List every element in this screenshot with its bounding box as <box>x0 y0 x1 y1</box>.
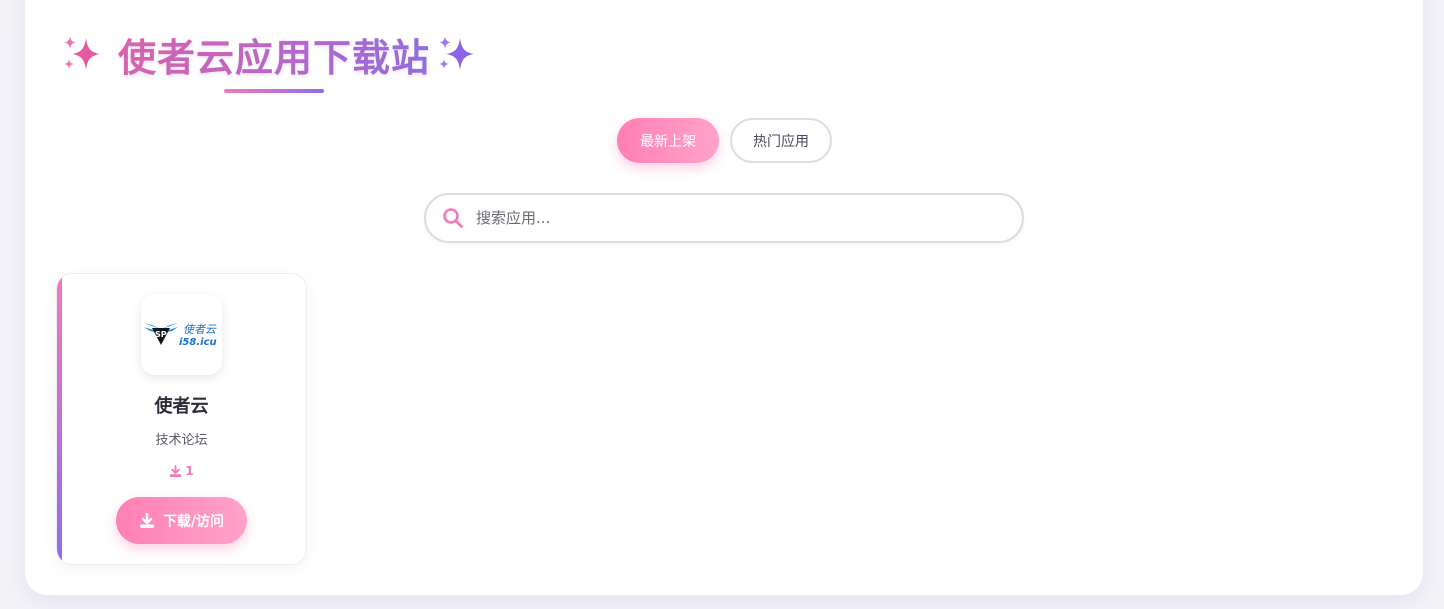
download-icon <box>139 512 154 528</box>
logo-domain: i58.icu <box>179 337 217 348</box>
search-input[interactable] <box>476 209 996 227</box>
sparkles-icon <box>439 36 475 70</box>
app-name: 使者云 <box>154 396 209 417</box>
sparkles-icon <box>64 36 100 70</box>
search-bar <box>424 193 1024 243</box>
download-visit-button[interactable]: 下载/访问 <box>116 497 247 544</box>
page-title: 使者云应用下载站 <box>60 26 480 82</box>
svg-text:SP: SP <box>155 330 167 339</box>
download-visit-label: 下载/访问 <box>162 513 225 530</box>
download-icon <box>170 464 182 477</box>
tab-label: 热门应用 <box>753 133 809 150</box>
download-count: 1 <box>57 464 306 478</box>
app-logo-image: SP 使者云 i58.icu <box>143 322 217 348</box>
tab-label: 最新上架 <box>640 133 696 150</box>
page-title-text: 使者云应用下载站 <box>118 27 430 82</box>
download-count-value: 1 <box>185 464 194 478</box>
logo-text: 使者云 <box>183 323 217 336</box>
app-logo: SP 使者云 i58.icu <box>141 294 222 375</box>
tab-latest[interactable]: 最新上架 <box>617 118 719 163</box>
tab-popular[interactable]: 热门应用 <box>730 118 832 163</box>
card-accent-bar <box>57 274 62 564</box>
app-description: 技术论坛 <box>155 433 208 448</box>
tab-bar: 最新上架 热门应用 <box>617 118 832 163</box>
title-underline <box>224 89 324 93</box>
app-card[interactable]: SP 使者云 i58.icu 使者云 技术论坛 1 下载/访问 <box>56 273 307 565</box>
search-icon <box>443 208 463 228</box>
